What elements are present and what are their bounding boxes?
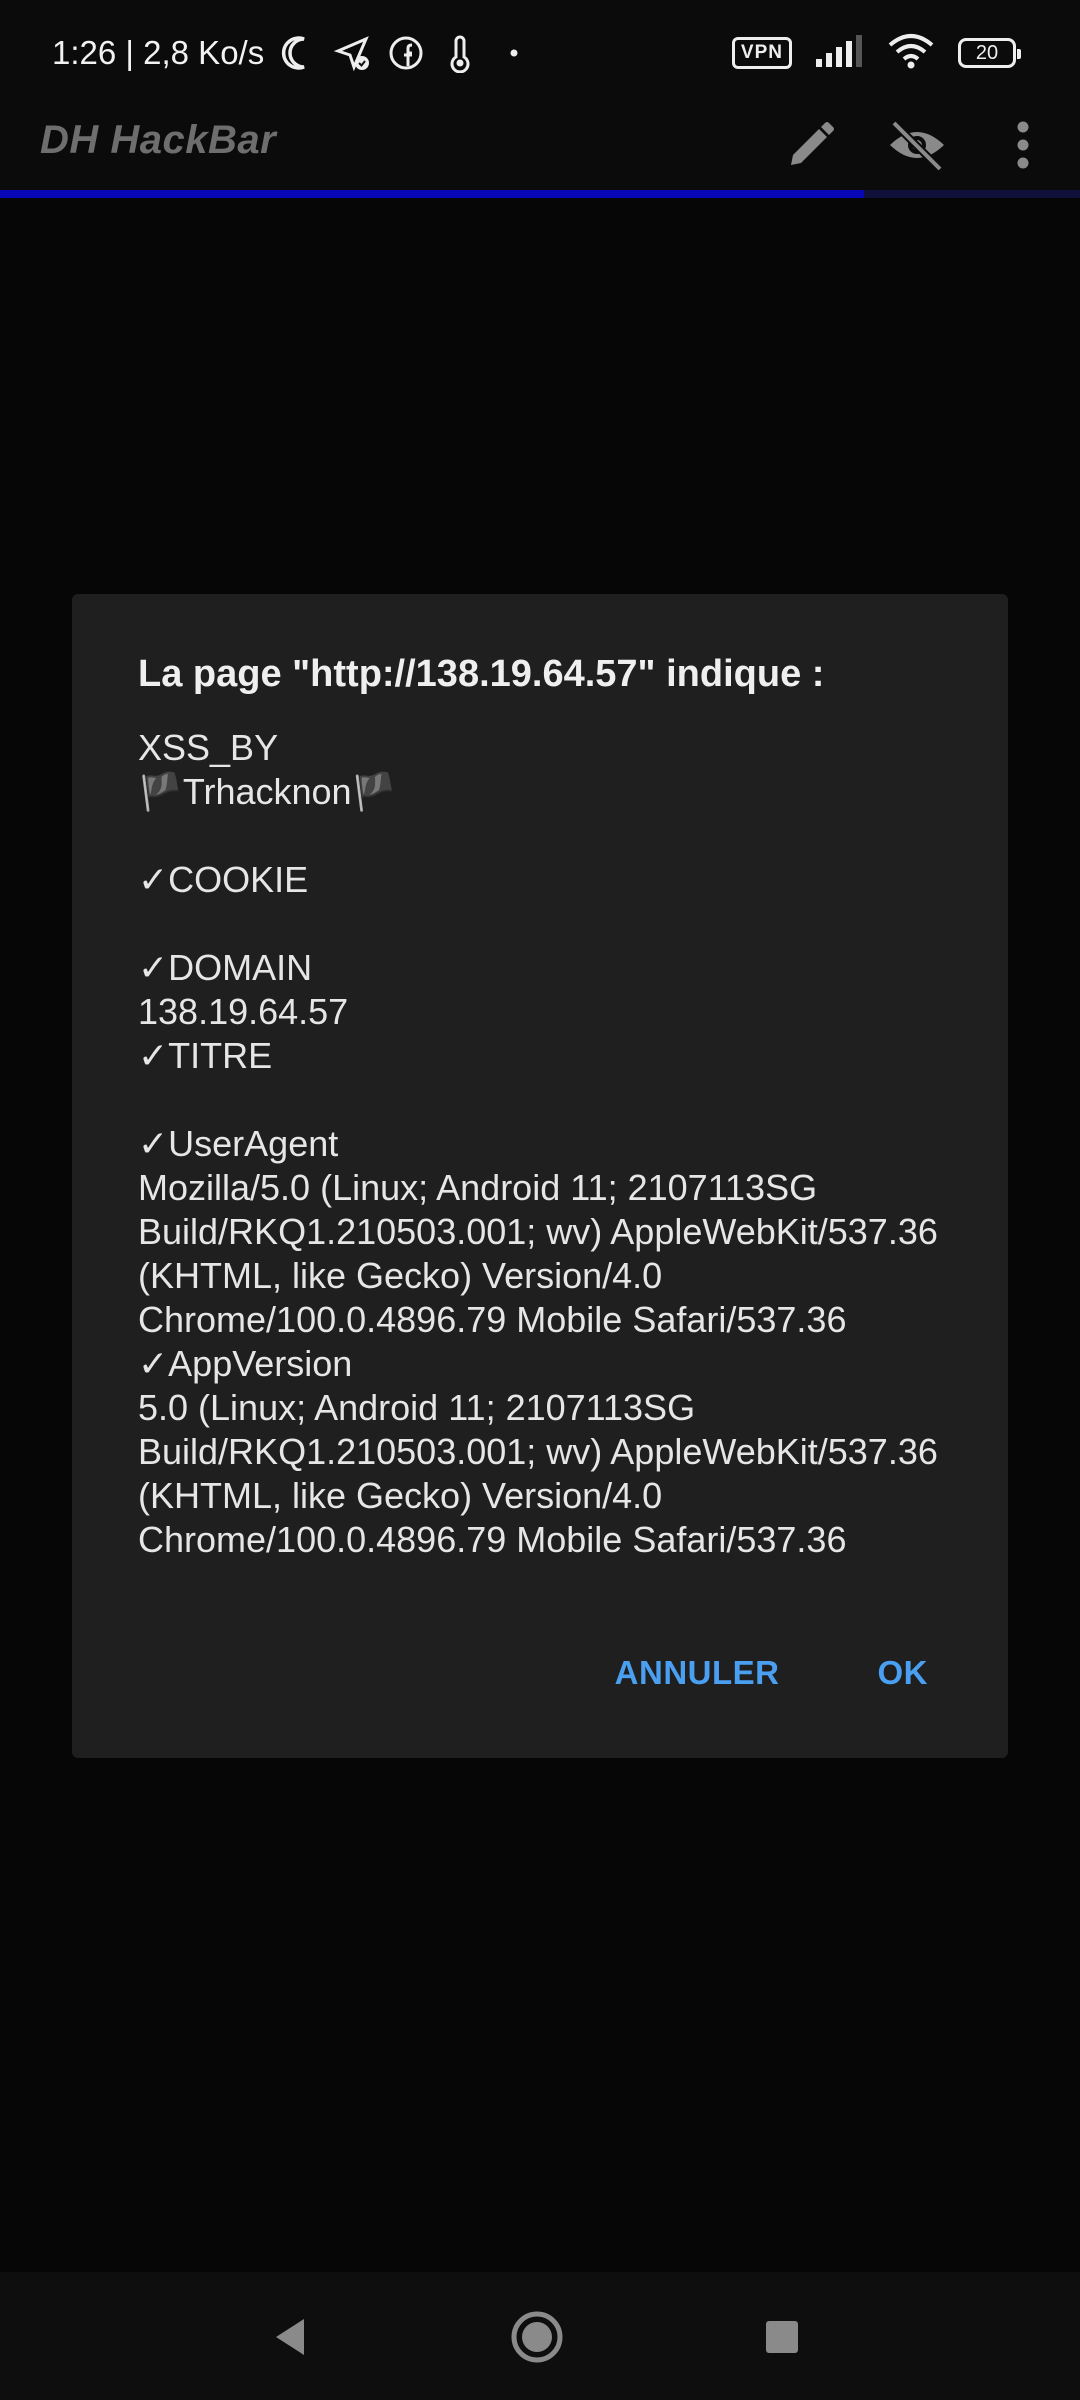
app-title: DH HackBar — [40, 118, 277, 162]
signal-icon — [814, 33, 864, 74]
cancel-button[interactable]: ANNULER — [601, 1644, 794, 1702]
vpn-icon: VPN — [731, 37, 792, 69]
dialog-actions: ANNULER OK — [601, 1644, 942, 1702]
back-icon[interactable] — [255, 2302, 325, 2372]
ok-button[interactable]: OK — [864, 1644, 943, 1702]
facebook-icon — [386, 33, 426, 73]
dialog-message: XSS_BY 🏴Trhacknon🏴 ✓COOKIE ✓DOMAIN 138.1… — [138, 727, 938, 1560]
status-right: VPN 20 — [731, 30, 1021, 76]
moon-icon — [278, 33, 318, 73]
location-check-icon — [332, 33, 372, 73]
dialog-title: La page "http://138.19.64.57" indique : — [138, 653, 825, 695]
app-bar: DH HackBar — [0, 104, 1080, 192]
visibility-off-icon[interactable] — [882, 110, 952, 180]
alert-dialog: La page "http://138.19.64.57" indique : … — [72, 594, 1008, 1758]
status-bar: 1:26 | 2,8 Ko/s VPN 20 — [0, 0, 1080, 104]
progress-fill — [0, 190, 864, 198]
recents-icon[interactable] — [747, 2302, 817, 2372]
navigation-bar — [0, 2272, 1080, 2400]
home-icon[interactable] — [502, 2302, 572, 2372]
page-load-progress — [0, 190, 1080, 198]
more-vert-icon[interactable] — [988, 110, 1058, 180]
dot-icon — [494, 33, 534, 73]
screen: 1:26 | 2,8 Ko/s VPN 20 DH HackBar La pag… — [0, 0, 1080, 2400]
status-left: 1:26 | 2,8 Ko/s — [52, 28, 534, 78]
thermometer-icon — [440, 33, 480, 74]
edit-icon[interactable] — [776, 110, 846, 180]
wifi-icon — [886, 31, 936, 76]
battery-icon: 20 — [958, 38, 1021, 68]
status-time-speed: 1:26 | 2,8 Ko/s — [52, 34, 265, 71]
app-actions — [776, 110, 1058, 180]
